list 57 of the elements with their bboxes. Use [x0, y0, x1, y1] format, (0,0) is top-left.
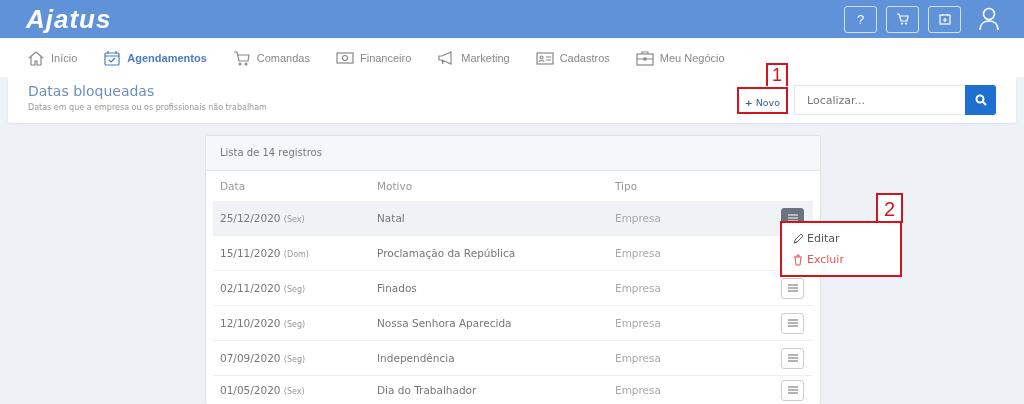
- type-cell-text: Empresa: [615, 212, 662, 224]
- date-cell-text: 12/10/2020 (Seg): [219, 317, 307, 329]
- menu-icon: [787, 386, 798, 394]
- nav-tab[interactable]: Agendamentos: [103, 49, 207, 66]
- search-icon: [974, 94, 987, 106]
- reason-cell-text: Nossa Senhora Aparecida: [377, 317, 513, 329]
- cart-button[interactable]: [886, 5, 919, 33]
- pencil-icon: [792, 232, 804, 245]
- reason-cell-text: Dia do Trabalhador: [377, 384, 478, 396]
- user-icon[interactable]: [978, 7, 1000, 31]
- menu-icon: [787, 284, 798, 292]
- reason-cell-text: Natal: [377, 212, 406, 224]
- calendar-icon: [938, 13, 951, 25]
- nav-tab[interactable]: Início: [27, 49, 78, 66]
- cart-icon: [895, 13, 910, 25]
- date-cell-text: 02/11/2020 (Seg): [219, 282, 307, 294]
- menu-icon: [787, 319, 798, 327]
- search-field[interactable]: Localizar...: [794, 85, 965, 115]
- nav-tab[interactable]: Financeiro: [335, 49, 412, 66]
- house-icon: [27, 49, 45, 66]
- column-header: Tipo: [615, 180, 639, 192]
- id-card-icon: [535, 49, 554, 66]
- table-row[interactable]: 07/09/2020 (Seg) Independência Empresa: [213, 341, 813, 376]
- type-cell-text: Empresa: [615, 352, 662, 364]
- type-cell-text: Empresa: [615, 384, 662, 396]
- table-row[interactable]: 01/05/2020 (Sex) Dia do Trabalhador Empresa: [213, 376, 813, 404]
- briefcase-icon: [635, 49, 654, 66]
- date-cell-text: 01/05/2020 (Sex): [219, 384, 306, 396]
- nav-tab[interactable]: Meu Negócio: [635, 49, 725, 66]
- type-cell-text: Empresa: [615, 317, 662, 329]
- calendar-button[interactable]: [928, 5, 961, 33]
- list-caption: Lista de 14 registros: [206, 136, 820, 171]
- column-header: Data: [219, 180, 247, 192]
- reason-cell-text: Finados: [377, 282, 418, 294]
- page-subtitle: Datas em que a empresa ou os profissionais não trabalham: [28, 102, 268, 112]
- menu-icon: [787, 354, 798, 362]
- date-cell-text: 15/11/2020 (Dom): [219, 247, 310, 259]
- reason-cell-text: Independência: [377, 352, 456, 364]
- banknote-icon: [335, 49, 354, 66]
- column-header: Motivo: [377, 180, 414, 192]
- table-row[interactable]: 12/10/2020 (Seg) Nossa Senhora Aparecida Empresa: [213, 306, 813, 341]
- help-button[interactable]: ?: [844, 5, 877, 33]
- nav-tab[interactable]: Comandas: [232, 49, 310, 66]
- logo[interactable]: Ajatus: [26, 3, 112, 35]
- search-button[interactable]: [965, 85, 996, 115]
- calendar-icon: [103, 49, 122, 66]
- type-cell-text: Empresa: [615, 247, 662, 259]
- nav-tab[interactable]: Cadastros: [535, 49, 610, 66]
- date-cell-text: 07/09/2020 (Seg): [219, 352, 307, 364]
- date-cell-text: 25/12/2020 (Sex): [219, 212, 306, 224]
- nav-tab[interactable]: Marketing: [437, 49, 510, 66]
- reason-cell-text: Proclamação da República: [377, 247, 517, 259]
- type-cell-text: Empresa: [615, 282, 662, 294]
- page-title: Datas bloqueadas: [28, 82, 156, 99]
- cart-icon: [232, 49, 251, 66]
- callout-number: 2: [876, 193, 904, 223]
- trash-icon: [792, 253, 804, 266]
